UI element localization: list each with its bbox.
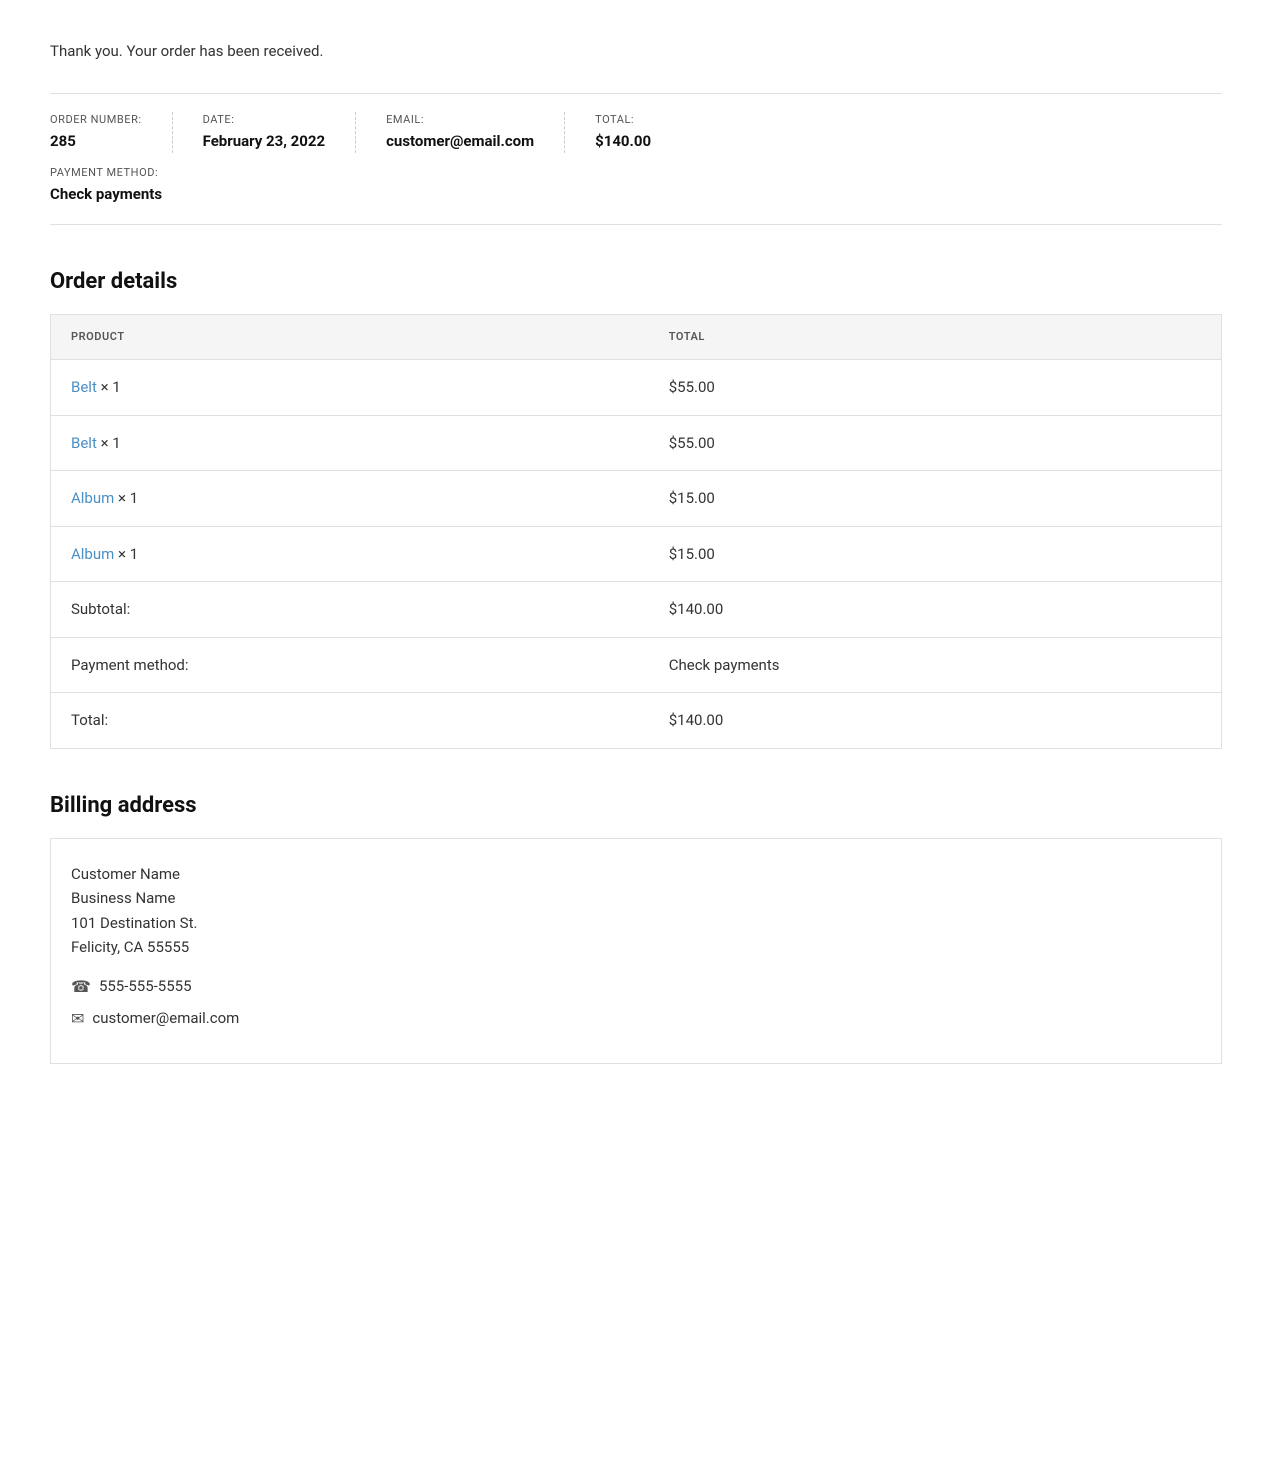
product-link[interactable]: Album <box>71 489 114 507</box>
order-details-section: Order details PRODUCT TOTAL Belt × 1$55.… <box>50 265 1222 749</box>
billing-phone-value: 555-555-5555 <box>99 975 192 998</box>
billing-email-value: customer@email.com <box>92 1007 239 1030</box>
subtotal-value-cell: $140.00 <box>649 582 1222 638</box>
billing-email: ✉ customer@email.com <box>71 1007 1201 1031</box>
product-link[interactable]: Belt <box>71 378 97 396</box>
product-total-cell: $15.00 <box>649 471 1222 527</box>
table-row: Payment method: Check payments <box>51 637 1222 693</box>
order-number-label: ORDER NUMBER: <box>50 112 142 129</box>
billing-phone: ☎ 555-555-5555 <box>71 975 1201 999</box>
billing-address-line1: 101 Destination St. <box>71 912 1201 935</box>
product-cell: Album × 1 <box>51 471 649 527</box>
email-item: EMAIL: customer@email.com <box>386 112 565 153</box>
product-cell: Belt × 1 <box>51 415 649 471</box>
payment-method-item: PAYMENT METHOD: Check payments <box>50 165 1192 206</box>
table-row: Total: $140.00 <box>51 693 1222 749</box>
total-label: TOTAL: <box>595 112 651 129</box>
email-icon: ✉ <box>71 1007 84 1031</box>
order-table: PRODUCT TOTAL Belt × 1$55.00Belt × 1$55.… <box>50 314 1222 749</box>
billing-address-line2: Felicity, CA 55555 <box>71 936 1201 959</box>
product-link[interactable]: Album <box>71 545 114 563</box>
payment-method-value: Check payments <box>50 183 1162 206</box>
table-row: Album × 1$15.00 <box>51 526 1222 582</box>
order-total-value-cell: $140.00 <box>649 693 1222 749</box>
product-total-cell: $55.00 <box>649 360 1222 416</box>
table-row: Belt × 1$55.00 <box>51 360 1222 416</box>
date-label: DATE: <box>203 112 326 129</box>
billing-company: Business Name <box>71 887 1201 910</box>
order-total-label-cell: Total: <box>51 693 649 749</box>
payment-method-label: PAYMENT METHOD: <box>50 165 1162 182</box>
order-number-item: ORDER NUMBER: 285 <box>50 112 173 153</box>
billing-address-title: Billing address <box>50 789 1222 822</box>
phone-icon: ☎ <box>71 975 91 999</box>
product-cell: Album × 1 <box>51 526 649 582</box>
email-label: EMAIL: <box>386 112 534 129</box>
order-meta-top-row: ORDER NUMBER: 285 DATE: February 23, 202… <box>50 112 711 153</box>
payment-method-value-cell: Check payments <box>649 637 1222 693</box>
payment-method-label-cell: Payment method: <box>51 637 649 693</box>
total-value: $140.00 <box>595 130 651 153</box>
product-total-cell: $15.00 <box>649 526 1222 582</box>
billing-box: Customer Name Business Name 101 Destinat… <box>50 838 1222 1064</box>
email-value: customer@email.com <box>386 130 534 153</box>
product-total-cell: $55.00 <box>649 415 1222 471</box>
total-column-header: TOTAL <box>649 314 1222 360</box>
billing-address-section: Billing address Customer Name Business N… <box>50 789 1222 1064</box>
product-cell: Belt × 1 <box>51 360 649 416</box>
total-item: TOTAL: $140.00 <box>595 112 681 153</box>
date-item: DATE: February 23, 2022 <box>203 112 357 153</box>
billing-name: Customer Name <box>71 863 1201 886</box>
product-link[interactable]: Belt <box>71 434 97 452</box>
order-meta: ORDER NUMBER: 285 DATE: February 23, 202… <box>50 93 1222 225</box>
order-number-value: 285 <box>50 130 142 153</box>
subtotal-label-cell: Subtotal: <box>51 582 649 638</box>
product-column-header: PRODUCT <box>51 314 649 360</box>
order-details-title: Order details <box>50 265 1222 298</box>
table-row: Belt × 1$55.00 <box>51 415 1222 471</box>
table-row: Subtotal: $140.00 <box>51 582 1222 638</box>
table-row: Album × 1$15.00 <box>51 471 1222 527</box>
date-value: February 23, 2022 <box>203 130 326 153</box>
thank-you-message: Thank you. Your order has been received. <box>50 40 1222 63</box>
table-header-row: PRODUCT TOTAL <box>51 314 1222 360</box>
